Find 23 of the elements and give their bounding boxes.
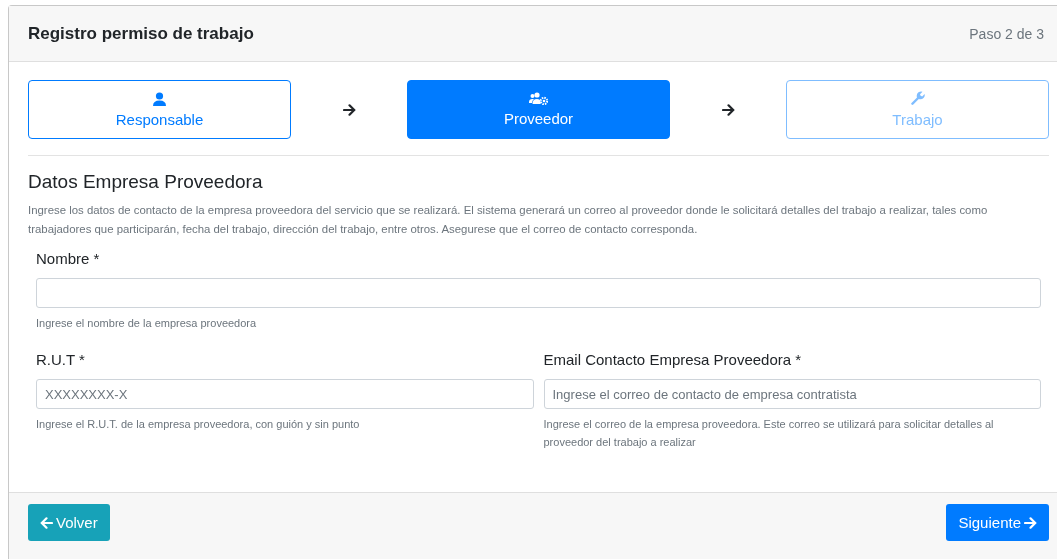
arrow-right-icon bbox=[1024, 516, 1037, 529]
user-icon bbox=[153, 91, 166, 106]
arrow-left-icon bbox=[40, 516, 53, 529]
help-text: Ingrese el correo de la empresa proveedora. Este correo se utilizará para solicitar detalles al proveedor del trabajo a realizar bbox=[543, 417, 995, 450]
help-text: Ingrese el R.U.T. de la empresa proveedora, con guión y sin punto bbox=[36, 417, 361, 432]
input-field[interactable]: XXXXXXXX-X bbox=[36, 379, 534, 409]
users-gear-icon bbox=[529, 92, 548, 105]
field-label: R.U.T * bbox=[36, 350, 86, 370]
step-counter: Paso 2 de 3 bbox=[969, 25, 1044, 42]
field-label: Nombre * bbox=[36, 249, 101, 269]
arrow-right-icon bbox=[721, 103, 735, 116]
step-tab[interactable]: Responsable bbox=[28, 80, 291, 139]
section-description: Ingrese los datos de contacto de la empresa proveedora del servicio que se realizará. El sistema generará un correo al proveedor donde le solicitará detalles del trabajo a realizar, tales como trabajadores que participarán, fecha del trabajo, dirección del trabajo, entre otros. Asegurese que el correo de contacto corresponda. bbox=[28, 203, 989, 237]
wrench-icon bbox=[910, 91, 925, 106]
next-button[interactable]: Siguiente bbox=[946, 504, 1049, 541]
back-button[interactable]: Volver bbox=[28, 504, 110, 541]
section-title: Datos Empresa Proveedora bbox=[28, 171, 264, 193]
card-title: Registro permiso de trabajo bbox=[28, 23, 254, 44]
step-tab[interactable]: Proveedor bbox=[407, 80, 670, 139]
help-text: Ingrese el nombre de la empresa proveedora bbox=[36, 316, 258, 331]
field-label: Email Contacto Empresa Proveedora * bbox=[543, 350, 803, 370]
input-field[interactable]: Ingrese el correo de contacto de empresa contratista bbox=[543, 379, 1041, 409]
arrow-right-icon bbox=[342, 103, 356, 116]
